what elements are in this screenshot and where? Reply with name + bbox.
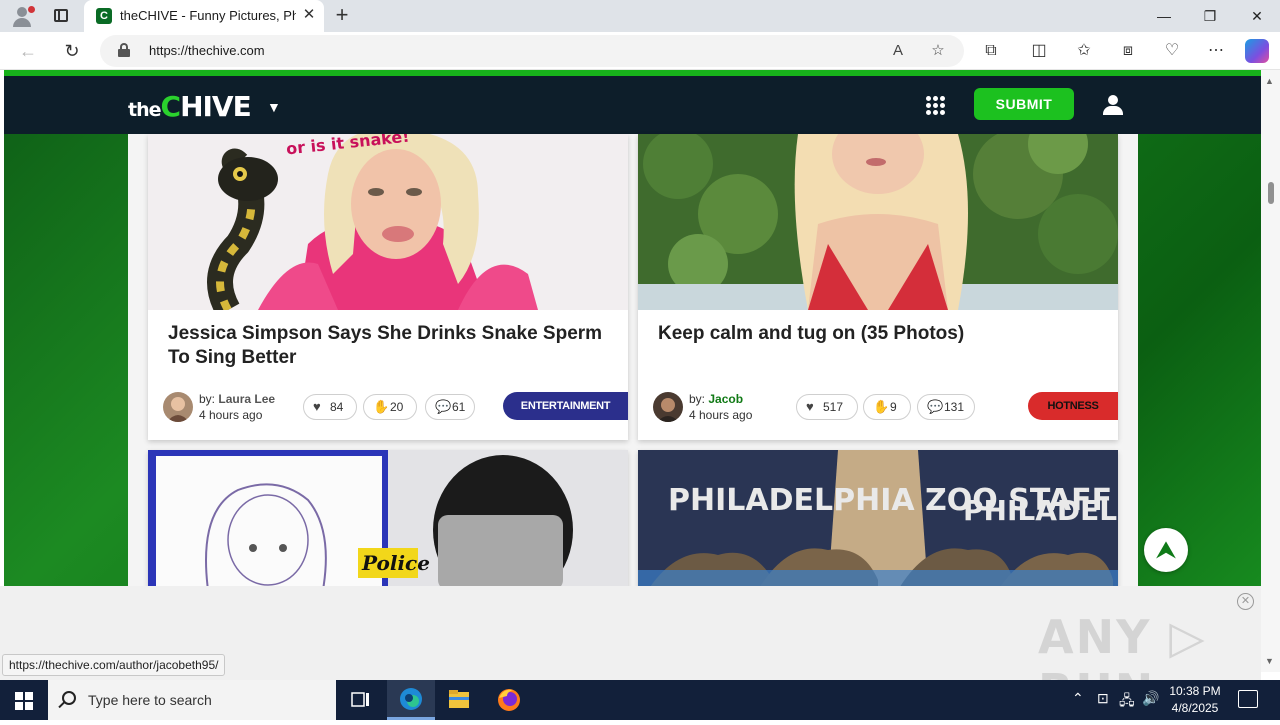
taskbar-search[interactable]: Type here to search xyxy=(48,680,336,720)
tab-title: theCHIVE - Funny Pictures, Photos, Memes xyxy=(120,8,296,23)
thechive-favicon-icon: C xyxy=(96,8,112,24)
network-drive-icon[interactable]: ⊡ xyxy=(1097,690,1109,707)
category-badge[interactable]: ENTERTAINMENT xyxy=(503,392,628,420)
url-text[interactable]: https://thechive.com xyxy=(149,43,265,58)
author-byline: by: Jacob xyxy=(689,392,744,406)
extensions-icon[interactable]: ⧉ xyxy=(977,37,1005,65)
post-headline[interactable]: Jessica Simpson Says She Drinks Snake Sp… xyxy=(168,322,608,370)
image-caption: PHILADELPHIA ZOO STAFF xyxy=(963,494,1118,527)
post-thumbnail[interactable]: Police xyxy=(148,450,628,586)
browser-tab-active[interactable]: C theCHIVE - Funny Pictures, Photos, Mem… xyxy=(84,0,324,32)
edge-browser-icon[interactable] xyxy=(387,680,435,720)
thechive-logo[interactable]: theCHIVE xyxy=(128,90,252,123)
favorite-star-icon[interactable]: ☆ xyxy=(926,39,950,63)
author-byline: by: Laura Lee xyxy=(199,392,276,406)
minimize-button[interactable]: — xyxy=(1141,0,1187,32)
submit-button[interactable]: SUBMIT xyxy=(974,88,1074,120)
file-explorer-icon[interactable] xyxy=(435,680,483,720)
site-header: theCHIVE ▼ SUBMIT xyxy=(4,76,1261,134)
system-clock[interactable]: 10:38 PM 4/8/2025 xyxy=(1160,683,1230,717)
back-to-top-button[interactable]: ⮝ xyxy=(1144,528,1188,572)
search-icon xyxy=(62,691,76,705)
read-aloud-icon[interactable]: A xyxy=(886,39,910,63)
thumbs-down-icon: ✋ xyxy=(873,399,890,414)
category-badge[interactable]: HOTNESS xyxy=(1028,392,1118,420)
content-column: or is it snake! Jessica Simpson Says She… xyxy=(128,134,1138,586)
post-thumbnail[interactable]: PHILADELPHIA ZOO STAFF PHILADELPHIA ZOO … xyxy=(638,450,1118,586)
new-tab-button[interactable]: + xyxy=(330,4,354,28)
thumbs-down-icon: ✋ xyxy=(373,399,390,414)
browser-essentials-icon[interactable]: ♡ xyxy=(1158,37,1186,65)
bottom-ad-bar: ✕ ANY ▷ RUN https://thechive.com/author/… xyxy=(0,586,1261,718)
restore-button[interactable]: ❐ xyxy=(1187,0,1233,32)
task-view-icon[interactable] xyxy=(336,680,384,720)
address-bar[interactable]: https://thechive.com A ☆ xyxy=(100,35,964,67)
favorites-icon[interactable]: ✩ xyxy=(1070,37,1098,65)
post-card[interactable]: Police xyxy=(148,450,628,586)
firefox-icon[interactable] xyxy=(485,680,533,720)
page-viewport: theCHIVE ▼ SUBMIT or is it snake! Jessic… xyxy=(4,70,1261,586)
heart-icon: ♥ xyxy=(313,399,321,414)
like-button[interactable]: ♥ 517 xyxy=(796,394,858,420)
post-card[interactable]: PHILADELPHIA ZOO STAFF PHILADELPHIA ZOO … xyxy=(638,450,1118,586)
collections-icon[interactable]: ⧈ xyxy=(1114,37,1142,65)
heart-icon: ♥ xyxy=(806,399,814,414)
page-scrollbar[interactable]: ▲ ▼ xyxy=(1261,70,1280,672)
windows-taskbar: Type here to search ⌃ ⊡ 🖧 🔊 10:38 PM 4/8… xyxy=(0,680,1280,720)
comments-button[interactable]: 💬 61 xyxy=(425,394,475,420)
like-button[interactable]: ♥ 84 xyxy=(303,394,357,420)
clock-time: 10:38 PM xyxy=(1169,684,1221,698)
author-avatar[interactable] xyxy=(163,392,193,422)
volume-icon[interactable]: 🔊 xyxy=(1142,690,1159,707)
author-name-link[interactable]: Laura Lee xyxy=(218,392,275,406)
chevron-up-icon[interactable]: ⌃ xyxy=(1072,690,1084,707)
post-card[interactable]: or is it snake! Jessica Simpson Says She… xyxy=(148,134,628,440)
author-avatar[interactable] xyxy=(653,392,683,422)
chevron-down-icon[interactable]: ▼ xyxy=(267,100,281,114)
image-caption: Police xyxy=(361,551,430,575)
user-account-icon[interactable] xyxy=(1102,95,1124,115)
notification-dot xyxy=(28,6,35,13)
comment-icon: 💬 xyxy=(927,399,944,414)
tab-actions-icon[interactable] xyxy=(48,4,74,28)
post-thumbnail[interactable] xyxy=(638,134,1118,310)
scroll-up-icon[interactable]: ▲ xyxy=(1265,76,1274,86)
browser-toolbar: ← ↻ https://thechive.com A ☆ ⧉ ◫ ✩ ⧈ ♡ ⋯ xyxy=(0,32,1280,70)
comments-button[interactable]: 💬 131 xyxy=(917,394,975,420)
dislike-button[interactable]: ✋ 20 xyxy=(363,394,417,420)
notification-center-icon[interactable] xyxy=(1238,690,1258,708)
profile-icon[interactable] xyxy=(8,4,36,28)
more-menu-icon[interactable]: ⋯ xyxy=(1202,37,1230,65)
network-icon[interactable]: 🖧 xyxy=(1119,690,1135,714)
status-bar-url: https://thechive.com/author/jacobeth95/ xyxy=(2,654,226,676)
copilot-icon[interactable] xyxy=(1245,39,1269,63)
post-time: 4 hours ago xyxy=(689,408,753,422)
post-headline[interactable]: Keep calm and tug on (35 Photos) xyxy=(658,322,1098,346)
window-close-button[interactable]: ✕ xyxy=(1234,0,1280,32)
lock-icon[interactable] xyxy=(118,43,130,57)
split-screen-icon[interactable]: ◫ xyxy=(1025,37,1053,65)
post-card[interactable]: Keep calm and tug on (35 Photos) by: Jac… xyxy=(638,134,1118,440)
tab-close-icon[interactable]: ✕ xyxy=(300,6,318,24)
scroll-down-icon[interactable]: ▼ xyxy=(1265,656,1274,666)
post-thumbnail[interactable]: or is it snake! xyxy=(148,134,628,310)
clock-date: 4/8/2025 xyxy=(1171,701,1219,715)
dislike-button[interactable]: ✋ 9 xyxy=(863,394,911,420)
search-placeholder: Type here to search xyxy=(88,692,212,708)
scrollbar-thumb[interactable] xyxy=(1268,182,1274,204)
browser-tab-bar: C theCHIVE - Funny Pictures, Photos, Mem… xyxy=(0,0,1280,32)
comment-icon: 💬 xyxy=(435,399,452,414)
apps-grid-icon[interactable] xyxy=(926,96,946,116)
back-arrow-icon[interactable]: ← xyxy=(14,37,42,65)
windows-start-icon[interactable] xyxy=(0,680,48,720)
ad-close-icon[interactable]: ✕ xyxy=(1237,593,1254,610)
author-name-link[interactable]: Jacob xyxy=(708,392,743,406)
post-time: 4 hours ago xyxy=(199,408,263,422)
refresh-icon[interactable]: ↻ xyxy=(58,37,86,65)
